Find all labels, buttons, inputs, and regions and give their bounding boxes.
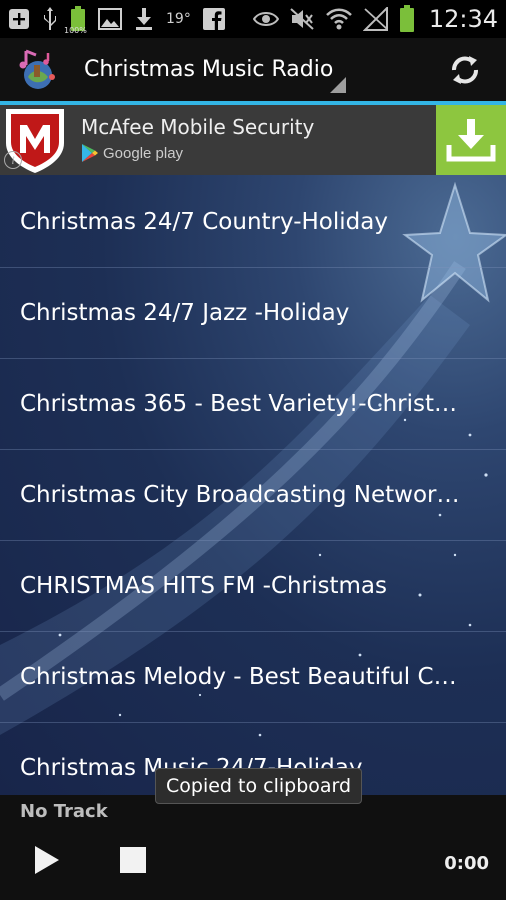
spinner-indicator-icon xyxy=(330,77,346,93)
station-label: Christmas 24/7 Country-Holiday xyxy=(20,209,388,235)
status-bar: 100% 19° 12:34 xyxy=(0,0,506,38)
ad-download-button[interactable] xyxy=(436,105,506,175)
station-label: Christmas City Broadcasting Network -Chr… xyxy=(20,482,468,508)
eye-icon xyxy=(252,6,279,32)
station-label: Christmas 24/7 Jazz -Holiday xyxy=(20,300,350,326)
clock: 12:34 xyxy=(428,5,498,33)
toast-text: Copied to clipboard xyxy=(166,775,352,797)
signal-icon xyxy=(362,6,389,32)
refresh-button[interactable] xyxy=(440,45,490,95)
station-item[interactable]: Christmas City Broadcasting Network -Chr… xyxy=(0,450,506,541)
station-item[interactable]: CHRISTMAS HITS FM -Christmas xyxy=(0,541,506,632)
play-icon xyxy=(35,846,59,874)
download-icon xyxy=(446,119,496,162)
station-item[interactable]: Christmas 365 - Best Variety!-Christmas xyxy=(0,359,506,450)
station-item[interactable]: Christmas Melody - Best Beautiful Christ… xyxy=(0,632,506,723)
google-play-icon xyxy=(82,144,98,162)
toast: Copied to clipboard xyxy=(155,768,363,804)
track-label: No Track xyxy=(20,801,108,822)
station-label: Christmas Melody - Best Beautiful Christ… xyxy=(20,664,468,690)
station-item[interactable]: Christmas 24/7 Jazz -Holiday xyxy=(0,268,506,359)
app-title[interactable]: Christmas Music Radio xyxy=(84,57,440,82)
wifi-icon xyxy=(325,6,353,32)
station-item[interactable]: Christmas 24/7 Country-Holiday xyxy=(0,177,506,268)
action-bar: Christmas Music Radio xyxy=(0,38,506,101)
ad-title[interactable]: McAfee Mobile Security xyxy=(81,115,314,139)
add-box-icon xyxy=(8,6,30,32)
battery-percent-label: 100% xyxy=(64,26,87,35)
play-button[interactable] xyxy=(30,843,64,877)
battery-status-icon: 100% xyxy=(64,6,87,35)
station-label: CHRISTMAS HITS FM -Christmas xyxy=(20,573,387,599)
google-play-label: Google play xyxy=(103,144,184,162)
station-list[interactable]: Christmas 24/7 Country-Holiday Christmas… xyxy=(0,175,506,795)
mute-icon xyxy=(289,6,315,32)
refresh-icon xyxy=(452,55,478,84)
google-play-badge[interactable]: Google play xyxy=(81,143,183,163)
facebook-icon xyxy=(202,6,225,32)
app-logo-icon[interactable] xyxy=(16,47,62,93)
temperature-label: 19° xyxy=(166,11,191,27)
usb-icon xyxy=(42,6,58,32)
image-icon xyxy=(98,6,122,32)
download-icon xyxy=(134,6,154,32)
ad-info-icon[interactable]: i xyxy=(4,151,22,169)
player-bar: No Track 0:00 xyxy=(0,795,506,900)
battery-icon xyxy=(399,5,415,32)
stop-button[interactable] xyxy=(120,847,146,873)
station-label: Christmas 365 - Best Variety!-Christmas xyxy=(20,391,468,417)
ad-banner[interactable]: i McAfee Mobile Security Google play xyxy=(0,105,506,175)
time-label: 0:00 xyxy=(444,853,489,874)
